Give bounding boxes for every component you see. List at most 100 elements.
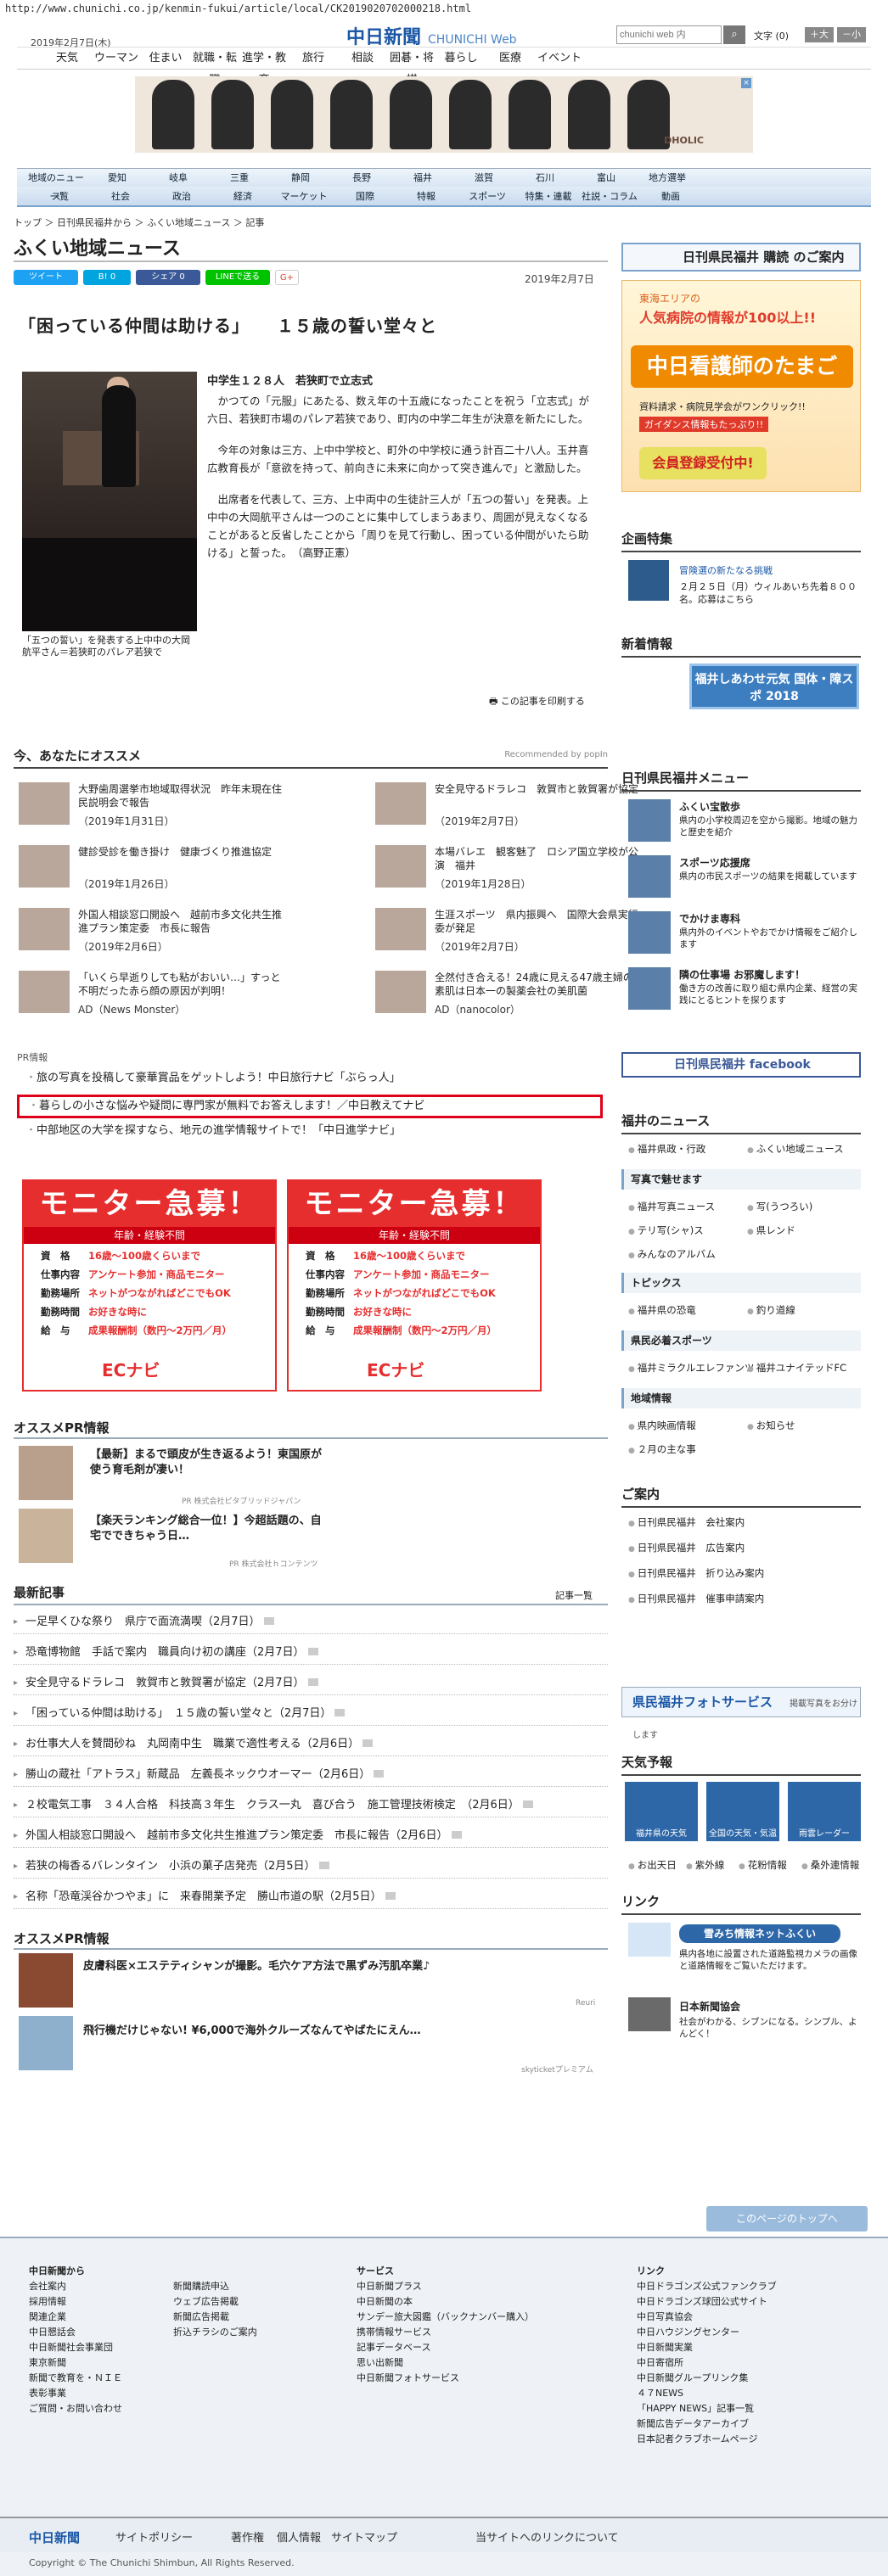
breadcrumb[interactable]: トップ ＞ 日刊県民福井から ＞ ふくい地域ニュース ＞ 記事 [14, 216, 264, 229]
recommend-item[interactable]: 外国人相談窓口開設へ 越前市多文化共生推進プラン策定委 市長に報告 （2019年2… [19, 908, 299, 957]
local-nav-item[interactable]: 滋賀 [453, 169, 514, 187]
side-link[interactable]: 花粉情報 [739, 1858, 787, 1872]
footer-link[interactable]: 関連企業 [29, 2310, 122, 2325]
latest-news-item[interactable]: 勝山の蔵社「アトラス」新蔵品 左義長ネックウオーマー（2月6日） [14, 1763, 608, 1787]
gnav-item[interactable]: 就職・転職 [190, 48, 239, 87]
menu-thumb[interactable] [628, 911, 671, 954]
recommend-thumb[interactable] [375, 971, 426, 1013]
oss-pr-link[interactable]: 【楽天ランキング総合一位！】今超話題の、自宅でできちゃう日… [90, 1514, 328, 1544]
kokutai-banner[interactable]: 福井しあわせ元気 国体・障スポ 2018 [689, 664, 859, 709]
side-link[interactable]: 桑外連情報 [801, 1858, 860, 1872]
side-link[interactable]: 福井ミラクルエレファンツ [628, 1361, 755, 1375]
footer-link[interactable]: 記事データベース [357, 2340, 534, 2355]
oss-pr-link[interactable]: 【最新】まるで頭皮が生き返るよう！東国原が使う育毛剤が凄い！ [90, 1448, 328, 1478]
footer-link[interactable]: 新聞広告データアーカイブ [637, 2416, 777, 2432]
recommend-item[interactable]: 全然付き合える！24歳に見える47歳主婦の素肌は日本一の製薬会社の美肌菌 AD（n… [375, 971, 655, 1020]
local-nav-item[interactable]: 地方選挙 [637, 169, 698, 187]
link-banner[interactable]: 雪みち情報ネットふくい [679, 1924, 840, 1943]
side-link[interactable]: 県レンド [747, 1224, 795, 1237]
footer-link[interactable]: 会社案内 [29, 2279, 122, 2294]
gnav-item[interactable]: 囲碁・将棋 [387, 48, 436, 87]
menu-thumb[interactable] [628, 967, 671, 1010]
footer-logo[interactable]: 中日新聞 [29, 2528, 80, 2546]
footer-link[interactable]: 中日新聞社会事業団 [29, 2340, 122, 2355]
recommend-link[interactable]: 生涯スポーツ 県内振興へ 国際大会県実行委が発足 [435, 908, 638, 935]
footer-link[interactable]: 中日新聞グループリンク集 [637, 2371, 777, 2386]
footer-link[interactable]: 中日ハウジングセンター [637, 2325, 777, 2340]
footer-link[interactable]: 中日新聞フォトサービス [357, 2371, 534, 2386]
back-to-top-button[interactable]: このページのトップへ [706, 2206, 868, 2232]
latest-more-link[interactable]: 記事一覧 [555, 1588, 593, 1602]
ad-banner[interactable]: DHOLIC × [135, 76, 753, 153]
category-nav-item[interactable]: スポーツ [457, 187, 518, 205]
category-nav-item[interactable]: 政治 [151, 187, 212, 205]
footer-bar-link[interactable]: サイトマップ [331, 2528, 397, 2545]
address-bar[interactable]: http://www.chunichi.co.jp/kenmin-fukui/a… [0, 0, 888, 17]
gnav-item[interactable]: 医療 [486, 48, 535, 69]
pr-link[interactable]: 旅の写真を投稿して豪華賞品をゲットしよう！中日旅行ナビ「ぶらっ人」 [17, 1069, 603, 1088]
latest-news-item[interactable]: 「困っている仲間は助ける」 １５歳の誓い堂々と（2月7日） [14, 1702, 608, 1726]
footer-link[interactable]: 新聞で教育を・ＮＩＥ [29, 2371, 122, 2386]
gnav-item[interactable]: イベント [535, 48, 584, 69]
footer-link[interactable]: 中日写真協会 [637, 2310, 777, 2325]
oss-pr2-thumb[interactable] [19, 1953, 73, 2008]
recommend-thumb[interactable] [375, 845, 426, 888]
footer-link[interactable]: 「HAPPY NEWS」記事一覧 [637, 2401, 777, 2416]
category-nav-item[interactable]: マーケット [273, 187, 334, 205]
gnav-item[interactable]: 天気 [42, 48, 92, 69]
side-link[interactable]: お出天日 [628, 1858, 677, 1872]
footer-link[interactable]: 中日寄宿所 [637, 2355, 777, 2371]
side-link[interactable]: ２月の主な事 [628, 1442, 696, 1456]
font-plus-button[interactable]: ＋大 [805, 27, 834, 42]
category-nav-item[interactable]: 一覧 [29, 187, 90, 205]
side-link[interactable]: 福井ユナイテッドFC [747, 1361, 846, 1375]
recommend-thumb[interactable] [19, 782, 70, 825]
hatena-button[interactable]: B! 0 [83, 270, 131, 285]
recommend-item[interactable]: 「いくら早逝りしても粘がおいい…」すっと不明だった赤ら顔の原因が判明！ AD（Ne… [19, 971, 299, 1020]
ad-close-icon[interactable]: × [741, 78, 751, 88]
search-input[interactable] [616, 25, 722, 44]
latest-news-item[interactable]: お仕事大人を賛間砂ね 丸岡南中生 職業で適性考える（2月6日） [14, 1733, 608, 1756]
category-nav-item[interactable]: 社会 [90, 187, 151, 205]
recommend-thumb[interactable] [375, 908, 426, 950]
rain-radar[interactable]: 雨雲レーダー [788, 1782, 861, 1841]
footer-link[interactable]: 折込チラシのご案内 [173, 2325, 257, 2340]
link-thumb[interactable] [628, 1997, 671, 2031]
facebook-banner[interactable]: 日刊県民福井 facebook [621, 1052, 861, 1078]
recommend-thumb[interactable] [375, 782, 426, 825]
side-link[interactable]: 写(うつろい) [747, 1200, 812, 1213]
category-nav-item[interactable]: 特報 [396, 187, 457, 205]
font-minus-button[interactable]: －小 [837, 27, 866, 42]
gnav-item[interactable]: ウーマン [92, 48, 141, 69]
side-link[interactable]: 紫外線 [686, 1858, 725, 1872]
side-link[interactable]: 福井県の恐竜 [628, 1303, 696, 1317]
site-logo[interactable]: 中日新聞 CHUNICHI Web [346, 22, 517, 49]
local-nav-item[interactable]: 福井 [392, 169, 453, 187]
local-nav-item[interactable]: 地域のニュース [25, 169, 87, 202]
pr-link[interactable]: 中部地区の大学を探すなら、地元の進学情報サイトで！「中日進学ナビ」 [17, 1122, 603, 1140]
latest-news-item[interactable]: 若狭の梅香るバレンタイン 小浜の菓子店発売（2月5日） [14, 1855, 608, 1879]
footer-bar-link[interactable]: 個人情報 [277, 2528, 321, 2545]
recommend-link[interactable]: 安全見守るドラレコ 敦賀市と敦賀署が協定 [435, 782, 638, 796]
footer-link[interactable]: 表彰事業 [29, 2386, 122, 2401]
category-nav-item[interactable]: 社説・コラム [579, 187, 640, 205]
subscribe-banner[interactable]: 日刊県民福井 購読 のご案内 [621, 243, 861, 272]
footer-link[interactable]: 思い出新聞 [357, 2355, 534, 2371]
category-nav-item[interactable]: 国際 [334, 187, 396, 205]
recommend-thumb[interactable] [19, 908, 70, 950]
recommend-link[interactable]: 「いくら早逝りしても粘がおいい…」すっと不明だった赤ら顔の原因が判明！ [78, 971, 282, 998]
side-link[interactable]: 釣り道線 [747, 1303, 795, 1317]
link-banner[interactable]: 日本新聞協会 [679, 1999, 740, 2013]
gplus-button[interactable]: G+ [275, 270, 299, 285]
category-nav-item[interactable]: 動画 [640, 187, 701, 205]
local-nav-item[interactable]: 愛知 [87, 169, 148, 187]
special-link[interactable]: 冒険選の新たなる挑戦 [679, 563, 773, 577]
side-link[interactable]: 福井写真ニュース [628, 1200, 715, 1213]
footer-link[interactable]: 日本記者クラブホームページ [637, 2432, 777, 2447]
footer-link[interactable]: 中日ドラゴンズ球団公式サイト [637, 2294, 777, 2310]
footer-link[interactable]: ４７NEWS [637, 2386, 777, 2401]
side-link[interactable]: 日刊県民福井 広告案内 [628, 1541, 745, 1554]
recommend-link[interactable]: 外国人相談窓口開設へ 越前市多文化共生推進プラン策定委 市長に報告 [78, 908, 282, 935]
footer-bar-link[interactable]: 著作権 [231, 2528, 264, 2545]
recommend-item[interactable]: 健診受診を働き掛け 健康づくり推進協定 （2019年1月26日） [19, 845, 299, 894]
